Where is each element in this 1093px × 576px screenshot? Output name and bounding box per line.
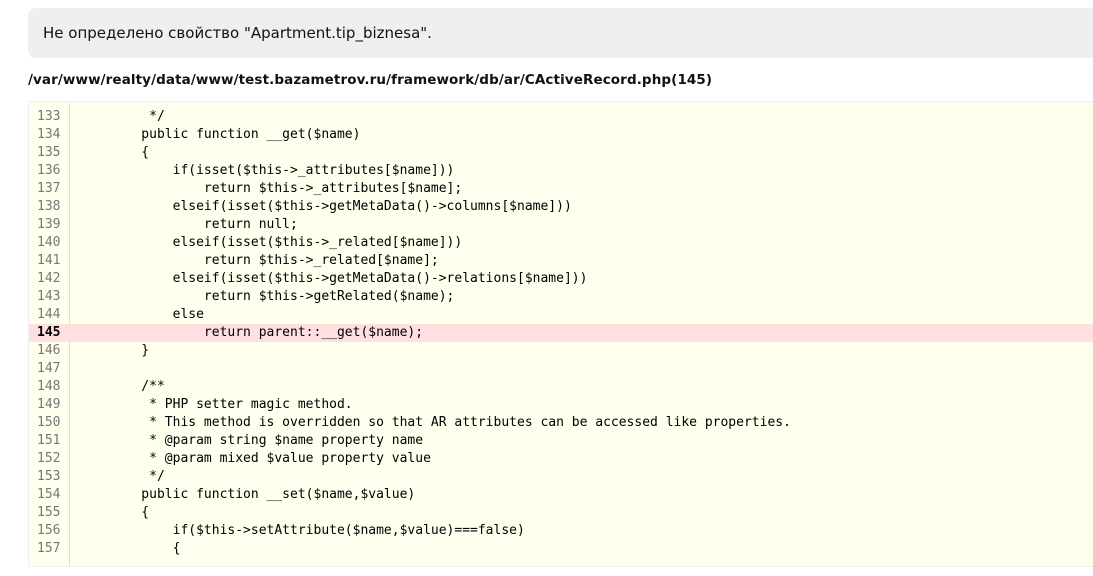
code-line: 141 return $this->_related[$name];	[29, 252, 1093, 270]
code-line: 156 if($this->setAttribute($name,$value)…	[29, 522, 1093, 540]
code-lines: 133 */134 public function __get($name) 13…	[29, 108, 1093, 558]
code-text: * @param mixed $value property value	[110, 451, 431, 466]
code-text: public function __get($name)	[110, 127, 361, 142]
code-line: 152 * @param mixed $value property value	[29, 450, 1093, 468]
code-line: 142 elseif(isset($this->getMetaData()->r…	[29, 270, 1093, 288]
code-text: return $this->getRelated($name);	[110, 289, 455, 304]
code-line: 153 */	[29, 468, 1093, 486]
code-line: 148 /**	[29, 378, 1093, 396]
code-text: * @param string $name property name	[110, 433, 424, 448]
code-line: 137 return $this->_attributes[$name];	[29, 180, 1093, 198]
code-line: 154 public function __set($name,$value)	[29, 486, 1093, 504]
code-line: 150 * This method is overridden so that …	[29, 414, 1093, 432]
code-line: 146 }	[29, 342, 1093, 360]
line-number: 149	[37, 397, 61, 412]
error-message-box: Не определено свойство "Apartment.tip_bi…	[28, 8, 1093, 58]
line-number: 138	[37, 199, 61, 214]
line-number: 145	[37, 325, 61, 340]
line-number: 139	[37, 217, 61, 232]
code-text: */	[110, 469, 165, 484]
code-text: return null;	[110, 217, 298, 232]
source-code-block: 133 */134 public function __get($name) 13…	[28, 101, 1093, 567]
code-text: return $this->_related[$name];	[110, 253, 439, 268]
code-text: elseif(isset($this->getMetaData()->colum…	[110, 199, 572, 214]
code-line: 134 public function __get($name)	[29, 126, 1093, 144]
line-number: 155	[37, 505, 61, 520]
code-line: 147	[29, 360, 1093, 378]
error-message-text: Не определено свойство "Apartment.tip_bi…	[43, 24, 432, 42]
line-number: 151	[37, 433, 61, 448]
code-line: 149 * PHP setter magic method.	[29, 396, 1093, 414]
code-text: }	[110, 343, 150, 358]
source-file-path: /var/www/realty/data/www/test.bazametrov…	[28, 72, 713, 88]
line-number: 148	[37, 379, 61, 394]
code-text: */	[110, 109, 165, 124]
code-line: 151 * @param string $name property name	[29, 432, 1093, 450]
code-text: else	[110, 307, 204, 322]
code-line-error: 145 return parent::__get($name);	[29, 324, 1093, 342]
code-line: 135 {	[29, 144, 1093, 162]
line-number: 146	[37, 343, 61, 358]
line-number: 157	[37, 541, 61, 556]
code-text: elseif(isset($this->getMetaData()->relat…	[110, 271, 588, 286]
line-number: 153	[37, 469, 61, 484]
code-text: {	[110, 541, 181, 556]
code-line: 140 elseif(isset($this->_related[$name])…	[29, 234, 1093, 252]
code-text: if($this->setAttribute($name,$value)===f…	[110, 523, 525, 538]
line-number: 140	[37, 235, 61, 250]
code-text: if(isset($this->_attributes[$name]))	[110, 163, 455, 178]
code-text: /**	[110, 379, 165, 394]
code-text: return $this->_attributes[$name];	[110, 181, 463, 196]
line-number: 137	[37, 181, 61, 196]
line-number: 134	[37, 127, 61, 142]
code-line: 133 */	[29, 108, 1093, 126]
code-text: * This method is overridden so that AR a…	[110, 415, 791, 430]
line-number: 152	[37, 451, 61, 466]
line-number: 144	[37, 307, 61, 322]
line-number: 141	[37, 253, 61, 268]
code-line: 139 return null;	[29, 216, 1093, 234]
code-line: 143 return $this->getRelated($name);	[29, 288, 1093, 306]
code-line: 138 elseif(isset($this->getMetaData()->c…	[29, 198, 1093, 216]
code-text: {	[110, 505, 150, 520]
line-number: 135	[37, 145, 61, 160]
line-number: 147	[37, 361, 61, 376]
code-text: return parent::__get($name);	[110, 325, 424, 340]
line-number: 136	[37, 163, 61, 178]
code-text: elseif(isset($this->_related[$name]))	[110, 235, 463, 250]
code-text: {	[110, 145, 150, 160]
line-number: 150	[37, 415, 61, 430]
line-number: 154	[37, 487, 61, 502]
code-text: * PHP setter magic method.	[110, 397, 353, 412]
line-number: 133	[37, 109, 61, 124]
code-text: public function __set($name,$value)	[110, 487, 416, 502]
line-number: 143	[37, 289, 61, 304]
code-line: 155 {	[29, 504, 1093, 522]
code-line: 136 if(isset($this->_attributes[$name]))	[29, 162, 1093, 180]
code-line: 157 {	[29, 540, 1093, 558]
line-number: 156	[37, 523, 61, 538]
line-number: 142	[37, 271, 61, 286]
code-line: 144 else	[29, 306, 1093, 324]
